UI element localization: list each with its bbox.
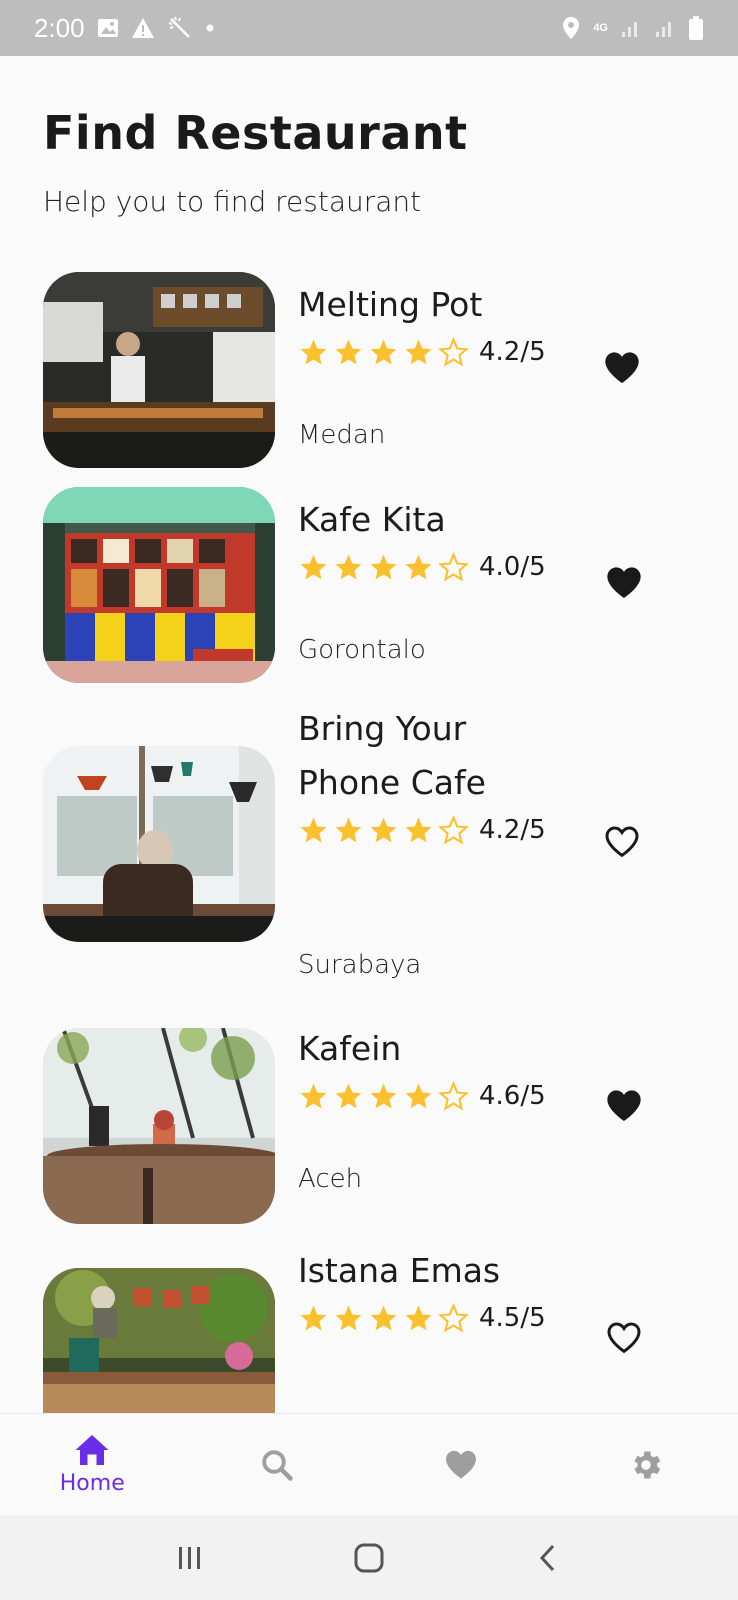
- star-filled-icon: [300, 817, 327, 842]
- star-rating: [298, 336, 469, 368]
- rating-row: 4.6/5: [298, 1076, 568, 1116]
- heart-filled-icon[interactable]: [601, 348, 643, 388]
- home-circle-icon: [354, 1543, 384, 1572]
- star-filled-icon: [300, 554, 327, 579]
- back-icon: [540, 1544, 555, 1571]
- page-subtitle: Help you to find restaurant: [43, 185, 422, 218]
- star-filled-icon: [405, 554, 432, 579]
- restaurant-card[interactable]: Kafe Kita 4.0/5 Gorontalo: [43, 487, 703, 687]
- star-filled-icon: [405, 1083, 432, 1108]
- restaurant-photo: [43, 746, 275, 942]
- rating-row: 4.0/5: [298, 547, 568, 587]
- restaurant-info: Bring Your Phone Cafe 4.2/5: [298, 702, 568, 850]
- restaurant-list[interactable]: Find Restaurant Help you to find restaur…: [0, 0, 738, 1413]
- star-filled-icon: [300, 1083, 327, 1108]
- heart-filled-icon[interactable]: [603, 1086, 645, 1126]
- restaurant-name: Istana Emas: [298, 1251, 501, 1290]
- recent-apps-button[interactable]: [160, 1528, 220, 1588]
- search-icon: [262, 1449, 293, 1481]
- star-rating: [298, 551, 469, 583]
- restaurant-card[interactable]: Melting Pot 4.2/5 Medan: [43, 272, 703, 472]
- star-filled-icon: [300, 339, 327, 364]
- recent-apps-icon: [178, 1546, 200, 1569]
- star-outline-icon: [438, 1080, 469, 1111]
- star-outline-icon: [438, 336, 469, 367]
- restaurant-info: Melting Pot 4.2/5: [298, 278, 568, 372]
- rating-value: 4.2/5: [479, 815, 546, 845]
- nav-home-label: Home: [59, 1471, 125, 1496]
- restaurant-info: Kafe Kita 4.0/5: [298, 493, 568, 587]
- star-rating: [298, 1302, 469, 1334]
- star-filled-icon: [335, 817, 362, 842]
- star-filled-icon: [405, 1305, 432, 1330]
- nav-settings[interactable]: [554, 1414, 738, 1515]
- star-filled-icon: [405, 817, 432, 842]
- restaurant-card[interactable]: Kafein 4.6/5 Aceh: [43, 1028, 703, 1228]
- star-filled-icon: [405, 339, 432, 364]
- restaurant-city: Gorontalo: [298, 635, 426, 665]
- restaurant-photo: [43, 272, 275, 468]
- heart-filled-icon[interactable]: [603, 563, 645, 603]
- bottom-navigation: Home: [0, 1413, 738, 1515]
- star-filled-icon: [335, 554, 362, 579]
- restaurant-card[interactable]: Istana Emas 4.5/5: [43, 1246, 703, 1413]
- star-filled-icon: [370, 339, 397, 364]
- heart-outline-icon[interactable]: [603, 1318, 645, 1358]
- restaurant-photo: [43, 487, 275, 683]
- star-filled-icon: [335, 1083, 362, 1108]
- heart-icon: [446, 1450, 477, 1478]
- restaurant-photo: [43, 1268, 275, 1413]
- star-outline-icon: [438, 551, 469, 582]
- restaurant-info: Kafein 4.6/5: [298, 1022, 568, 1116]
- back-button[interactable]: [518, 1528, 578, 1588]
- star-filled-icon: [370, 1305, 397, 1330]
- star-filled-icon: [300, 1305, 327, 1330]
- star-filled-icon: [370, 554, 397, 579]
- restaurant-city: Medan: [298, 420, 386, 450]
- restaurant-info: Istana Emas 4.5/5: [298, 1244, 568, 1338]
- nav-home[interactable]: Home: [0, 1414, 185, 1515]
- star-rating: [298, 1080, 469, 1112]
- restaurant-name: Kafein: [298, 1029, 402, 1068]
- nav-search[interactable]: [185, 1414, 370, 1515]
- star-filled-icon: [335, 339, 362, 364]
- star-outline-icon: [438, 1302, 469, 1333]
- home-icon: [75, 1435, 109, 1465]
- rating-row: 4.2/5: [298, 332, 568, 372]
- gear-icon: [634, 1451, 660, 1478]
- page-title: Find Restaurant: [43, 106, 468, 160]
- restaurant-name: Bring Your Phone Cafe: [298, 709, 486, 802]
- star-filled-icon: [370, 817, 397, 842]
- home-button[interactable]: [339, 1528, 399, 1588]
- restaurant-card[interactable]: Bring Your Phone Cafe 4.2/5 Surabaya: [43, 704, 703, 1004]
- restaurant-name: Melting Pot: [298, 285, 483, 324]
- rating-value: 4.0/5: [479, 552, 546, 582]
- rating-row: 4.2/5: [298, 810, 568, 850]
- rating-value: 4.5/5: [479, 1303, 546, 1333]
- nav-favorites[interactable]: [369, 1414, 554, 1515]
- star-filled-icon: [335, 1305, 362, 1330]
- restaurant-photo: [43, 1028, 275, 1224]
- rating-value: 4.2/5: [479, 337, 546, 367]
- heart-outline-icon[interactable]: [601, 822, 643, 862]
- rating-value: 4.6/5: [479, 1081, 546, 1111]
- restaurant-name: Kafe Kita: [298, 500, 446, 539]
- star-rating: [298, 814, 469, 846]
- restaurant-city: Aceh: [298, 1164, 363, 1194]
- restaurant-city: Surabaya: [298, 950, 422, 980]
- star-outline-icon: [438, 814, 469, 845]
- system-navigation-bar: [0, 1515, 738, 1600]
- rating-row: 4.5/5: [298, 1298, 568, 1338]
- star-filled-icon: [370, 1083, 397, 1108]
